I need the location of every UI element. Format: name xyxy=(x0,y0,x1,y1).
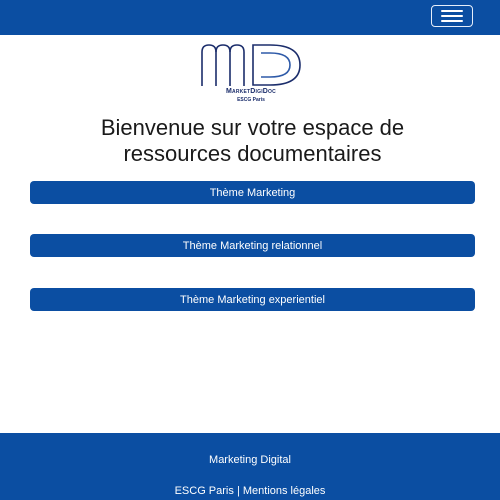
menu-bar xyxy=(441,15,463,17)
md-logo-mark xyxy=(201,44,301,86)
footer: Marketing Digital ESCG Paris | Mentions … xyxy=(0,433,500,500)
menu-bar xyxy=(441,10,463,12)
logo-name: MarketDigiDoc xyxy=(226,88,276,95)
marketdigidoc-logo[interactable]: MarketDigiDoc ESCG Paris xyxy=(198,42,304,104)
hamburger-menu-icon[interactable] xyxy=(431,5,473,27)
top-navbar xyxy=(0,0,500,35)
theme-marketing-relationnel-button[interactable]: Thème Marketing relationnel xyxy=(30,234,475,257)
welcome-heading: Bienvenue sur votre espace de ressources… xyxy=(30,115,475,167)
logo-subtitle: ESCG Paris xyxy=(237,97,265,103)
welcome-line-1: Bienvenue sur votre espace de xyxy=(100,115,405,140)
footer-title: Marketing Digital xyxy=(209,454,291,466)
welcome-line-2: ressources documentaires xyxy=(123,141,382,166)
escg-paris-link[interactable]: ESCG Paris xyxy=(175,485,234,497)
mentions-legales-link[interactable]: Mentions légales xyxy=(243,485,326,497)
footer-separator: | xyxy=(236,485,240,497)
menu-bar xyxy=(441,20,463,22)
theme-marketing-button[interactable]: Thème Marketing xyxy=(30,181,475,204)
theme-marketing-experientiel-button[interactable]: Thème Marketing experientiel xyxy=(30,288,475,311)
footer-links: ESCG Paris | Mentions légales xyxy=(0,485,500,497)
